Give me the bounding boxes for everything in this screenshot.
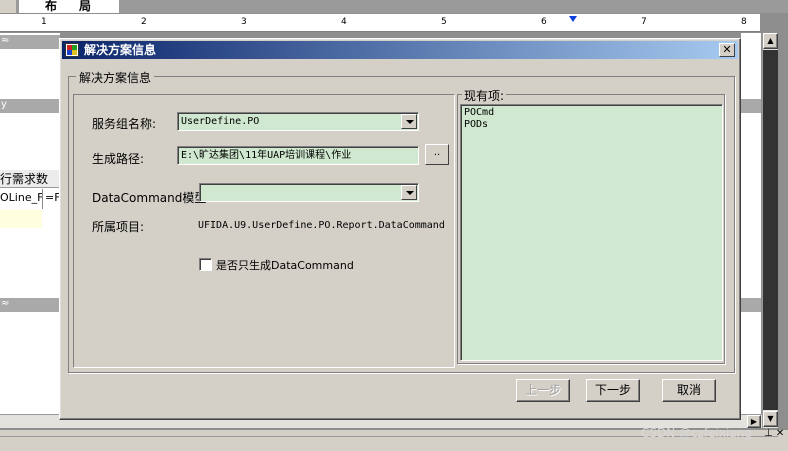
close-button[interactable]: ✕	[719, 43, 735, 57]
prev-button[interactable]: 上一步	[516, 379, 570, 402]
path-label: 生成路径:	[92, 152, 145, 166]
tab-left-edge	[0, 0, 16, 13]
list-item[interactable]: PODs	[464, 119, 719, 131]
solution-info-dialog: 解决方案信息 ✕ 解决方案信息 服务组名称: UserDefine.PO 生成路…	[59, 38, 741, 420]
pin-icon[interactable]: ⊥	[764, 428, 773, 439]
left-report-panel: ≈ y 行需求数 OLine_F =F ≈	[0, 33, 60, 416]
path-input[interactable]: E:\旷达集团\11年UAP培训课程\作业	[177, 146, 419, 165]
ruler-number: 8	[741, 17, 747, 27]
ruler-number: 3	[241, 17, 247, 27]
cell-text: OLine_F	[0, 191, 44, 204]
path-value: E:\旷达集团\11年UAP培训课程\作业	[181, 150, 352, 161]
left-panel-bar: ≈	[0, 35, 60, 49]
ruler-number: 5	[441, 17, 447, 27]
table-cell[interactable]: OLine_F =F	[0, 189, 60, 209]
right-panel-strip	[741, 33, 761, 416]
ruler-number: 6	[541, 17, 547, 27]
service-group-value: UserDefine.PO	[181, 116, 260, 127]
project-label: 所属项目:	[92, 220, 145, 234]
app-icon	[65, 43, 79, 57]
existing-items-list[interactable]: POCmd PODs	[460, 104, 723, 361]
scroll-thumb[interactable]	[763, 50, 778, 410]
ruler-indent-marker[interactable]	[569, 16, 577, 22]
ruler-number: 2	[141, 17, 147, 27]
browse-button[interactable]: ..	[425, 144, 449, 165]
existing-items-title: 现有项:	[462, 87, 507, 104]
tab-layout[interactable]: 布局	[19, 0, 119, 13]
group-title: 解决方案信息	[76, 69, 155, 86]
datacommand-model-label: DataCommand模型:	[92, 191, 211, 205]
dialog-title: 解决方案信息	[84, 43, 157, 57]
chevron-down-icon[interactable]	[401, 185, 417, 200]
close-icon[interactable]: ✕	[776, 428, 784, 439]
scroll-up-button[interactable]: ▲	[763, 33, 778, 49]
right-panel-bar	[741, 298, 761, 312]
column-header: 行需求数	[0, 170, 60, 188]
cell-text-2: =F	[42, 189, 60, 209]
panel-controls: ⊥ ✕	[764, 428, 788, 440]
datacommand-model-combo[interactable]	[199, 183, 419, 202]
service-group-label: 服务组名称:	[92, 117, 157, 131]
cancel-button[interactable]: 取消	[662, 379, 716, 402]
selected-cell[interactable]	[0, 210, 42, 228]
ruler-number: 1	[41, 17, 47, 27]
ruler-number: 7	[641, 17, 647, 27]
only-datacommand-label[interactable]: 是否只生成DataCommand	[216, 257, 354, 273]
watermark: CSDN @czfeixiang	[641, 426, 752, 440]
ruler-number: 4	[341, 17, 347, 27]
only-datacommand-checkbox[interactable]	[199, 258, 212, 271]
project-value: UFIDA.U9.UserDefine.PO.Report.DataComman…	[198, 220, 445, 231]
ruler: 1 2 3 4 5 6 7 8	[0, 14, 760, 32]
scroll-down-button[interactable]: ▼	[763, 411, 778, 427]
chevron-down-icon[interactable]	[401, 114, 417, 129]
next-button[interactable]: 下一步	[586, 379, 640, 402]
left-panel-bar: ≈	[0, 298, 60, 312]
service-group-combo[interactable]: UserDefine.PO	[177, 112, 419, 131]
title-bar[interactable]: 解决方案信息 ✕	[62, 41, 738, 59]
vertical-scrollbar[interactable]: ▲ ▼	[762, 33, 778, 428]
document-tab-strip: 布局	[0, 0, 788, 13]
left-panel-bar: y	[0, 99, 60, 113]
list-item[interactable]: POCmd	[464, 107, 719, 119]
right-panel-bar	[741, 99, 761, 113]
